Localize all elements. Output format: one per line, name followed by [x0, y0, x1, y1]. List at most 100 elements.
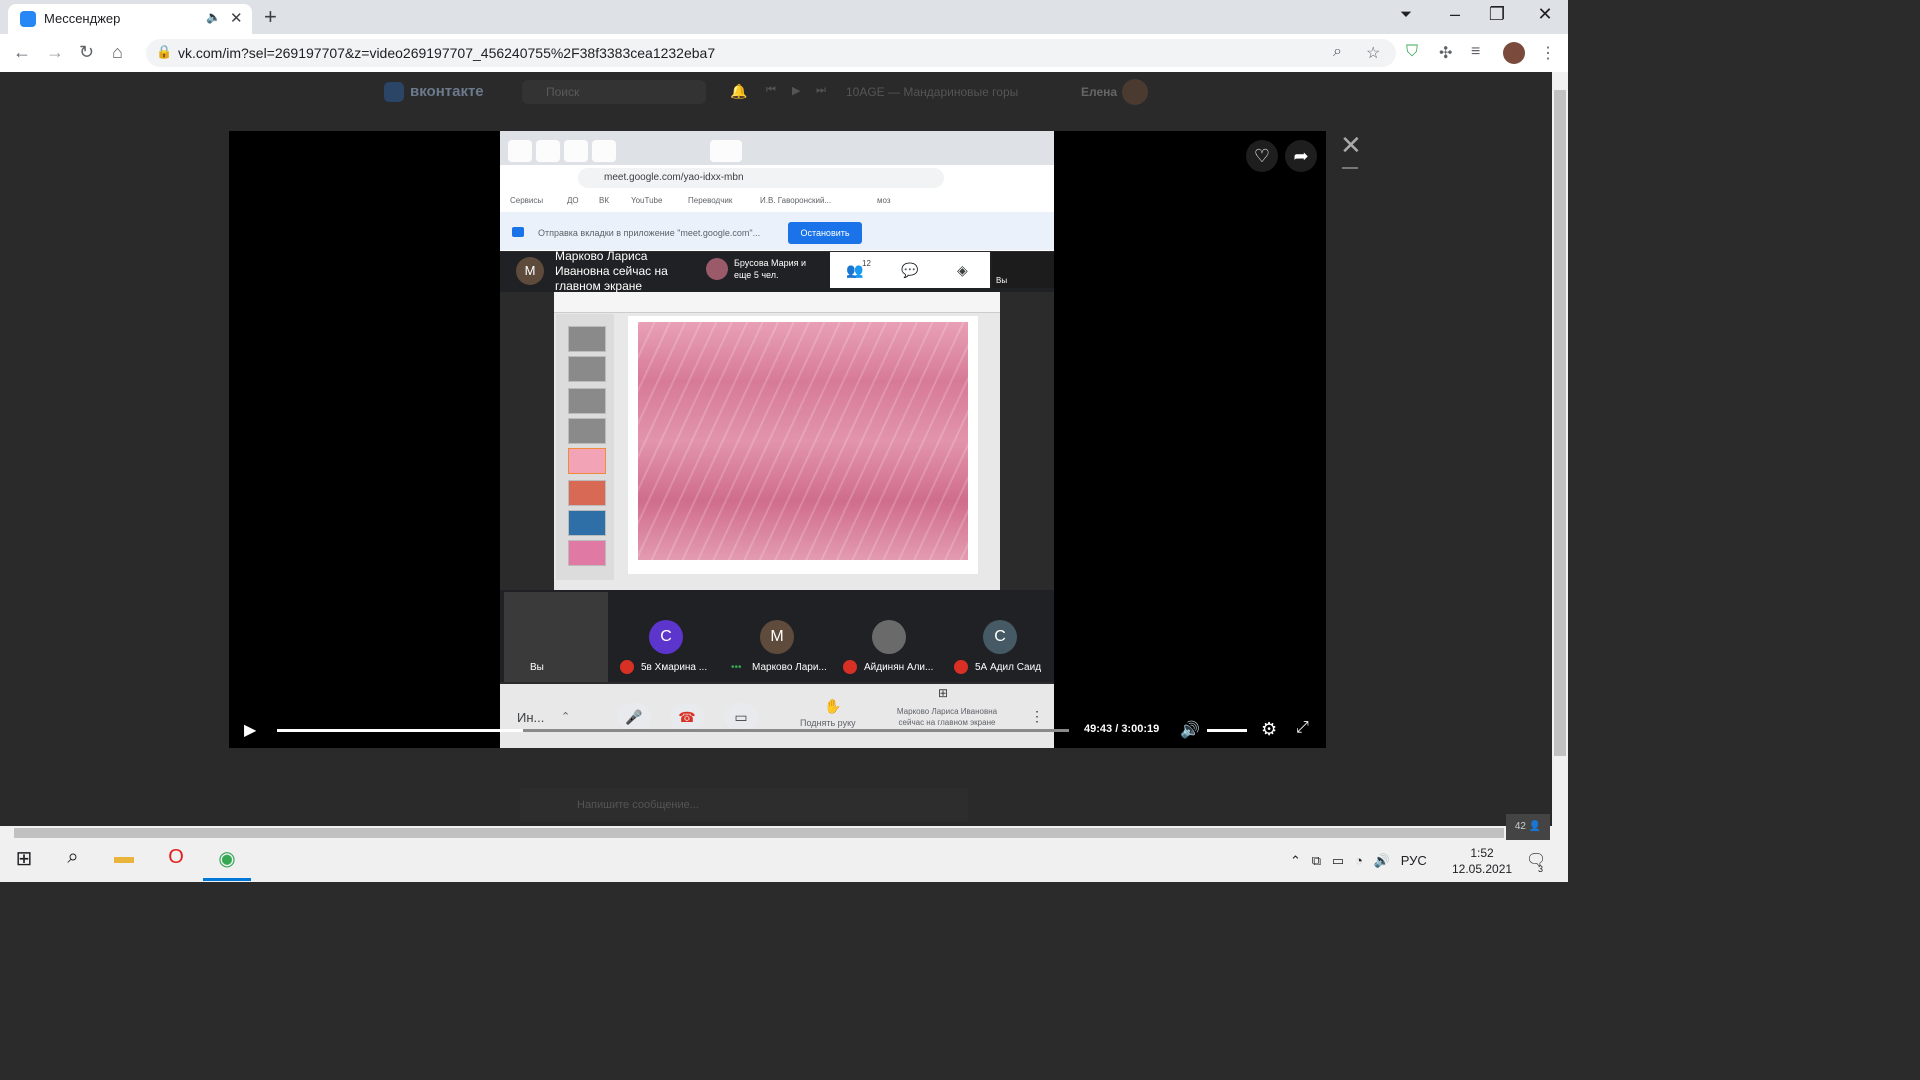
tab-close-icon[interactable]: ✕ — [230, 9, 243, 27]
vk-logo-text[interactable]: вконтакте — [410, 83, 484, 100]
people-icon: 👥 — [846, 262, 864, 278]
horizontal-scroll-thumb[interactable] — [14, 828, 1504, 838]
presentation-ribbon — [554, 292, 1000, 313]
bookmark-item: Переводчик — [688, 196, 733, 205]
opera-browser-icon[interactable]: O — [156, 846, 196, 869]
raise-hand-icon: ✋ — [824, 698, 842, 714]
notification-count: 3 — [1538, 864, 1544, 874]
activities-icon: ◈ — [957, 262, 968, 278]
browser-tab-messenger[interactable]: Мессенджер 🔈 ✕ — [8, 4, 252, 34]
recorded-tab — [536, 140, 560, 162]
restore-button[interactable]: ❐ — [1482, 4, 1512, 25]
participant-name: 5А Адил Саид — [975, 662, 1042, 673]
browser-menu-icon[interactable]: ⋮ — [1540, 43, 1556, 63]
file-explorer-icon[interactable]: ▬ — [104, 846, 144, 869]
close-window-button[interactable]: ✕ — [1530, 4, 1560, 25]
self-preview-label: Вы — [996, 276, 1008, 285]
slide-thumbnail — [568, 326, 606, 352]
recorded-url: meet.google.com/yao-idxx-mbn — [604, 172, 744, 183]
search-icon[interactable]: ⌕ — [53, 846, 93, 869]
bookmark-item: Сервисы — [510, 196, 544, 205]
vertical-scroll-thumb[interactable] — [1554, 90, 1566, 756]
url-text[interactable]: vk.com/im?sel=269197707&z=video269197707… — [178, 45, 715, 61]
extensions-puzzle-icon[interactable]: ✣ — [1439, 43, 1452, 63]
recorded-tab — [508, 140, 532, 162]
participant-initial: M — [770, 628, 784, 645]
vk-user-avatar[interactable] — [1122, 79, 1148, 105]
vk-user-name[interactable]: Елена — [1081, 85, 1117, 99]
participant-pill-avatar — [706, 258, 728, 280]
lock-icon[interactable]: 🔒 — [156, 44, 172, 60]
profile-avatar[interactable] — [1503, 42, 1525, 64]
back-icon[interactable]: ← — [13, 42, 31, 63]
share-icon[interactable]: ➦ — [1285, 140, 1317, 172]
participant-name: Марково Лари... — [752, 662, 827, 673]
participant-name: 5в Хмарина ... — [641, 662, 708, 673]
message-input[interactable]: Напишите сообщение... — [520, 788, 968, 822]
previous-track-icon[interactable]: ⏮ — [766, 84, 776, 97]
system-clock[interactable]: 1:52 12.05.2021 — [1452, 845, 1512, 877]
close-video-icon[interactable]: ✕ — [1340, 130, 1362, 161]
recorded-tab — [564, 140, 588, 162]
vk-logo-icon[interactable] — [384, 82, 404, 102]
zoom-icon[interactable]: ⌕ — [1333, 43, 1342, 61]
notifications-icon[interactable]: 🗨 — [1526, 850, 1546, 870]
chrome-browser-icon[interactable]: ◉ — [207, 846, 247, 871]
tab-muted-audio-icon[interactable]: 🔈 — [206, 10, 221, 24]
shield-extension-icon[interactable]: ⛉ — [1406, 43, 1418, 61]
now-playing-track[interactable]: 10AGE — Мандариновые горы — [846, 85, 1018, 99]
participant-avatar: M — [760, 620, 794, 654]
bookmark-item: ВК — [599, 196, 609, 205]
like-heart-icon[interactable]: ♡ — [1246, 140, 1278, 172]
message-placeholder: Напишите сообщение... — [577, 799, 699, 811]
fullscreen-icon[interactable]: ⤢ — [1296, 719, 1309, 737]
minimize-video-button[interactable] — [1342, 167, 1358, 169]
tab-title: Мессенджер — [44, 11, 121, 26]
tab-search-icon[interactable]: ⏷ — [1391, 6, 1421, 23]
bookmark-item: YouTube — [631, 196, 663, 205]
vk-search-input[interactable]: Поиск — [522, 80, 706, 104]
viewers-count-badge: 42 👤 — [1506, 814, 1550, 840]
windows-start-icon[interactable]: ⊞ — [4, 846, 44, 871]
presenter-status-text: Марково Лариса Ивановна сейчас на главно… — [555, 249, 668, 293]
mic-off-icon — [843, 660, 857, 674]
participants-pill-text: Брусова Мария и еще 5 чел. — [734, 258, 807, 280]
new-tab-button[interactable]: + — [264, 4, 277, 30]
self-video-tile — [504, 592, 608, 682]
volume-icon[interactable]: 🔊 — [1180, 720, 1200, 740]
participant-name: Айдинян Али... — [864, 662, 934, 673]
microphone-icon: 🎤 — [617, 703, 651, 731]
next-track-icon[interactable]: ⏭ — [816, 84, 826, 97]
histology-image — [638, 322, 968, 560]
slide-thumbnail — [568, 388, 606, 414]
notifications-bell-icon[interactable]: 🔔 — [730, 83, 747, 100]
bookmark-item: И.В. Гаворонский... — [760, 196, 832, 205]
system-tray[interactable]: ⌃ ⧉ ▭ ◔ 🔊 РУС — [1290, 853, 1427, 869]
home-icon[interactable]: ⌂ — [112, 42, 123, 63]
slide-thumbnail — [568, 510, 606, 536]
video-progress-fill — [277, 729, 523, 732]
presenter-avatar: M — [516, 257, 544, 285]
participant-avatar: C — [983, 620, 1017, 654]
minimize-button[interactable]: – — [1440, 4, 1470, 25]
reload-icon[interactable]: ↻ — [79, 42, 94, 63]
clock-time: 1:52 — [1470, 846, 1494, 860]
presenting-status-label: Марково Лариса Ивановна сейчас на главно… — [896, 707, 998, 727]
hang-up-icon: ☎ — [670, 703, 704, 731]
mic-off-icon — [620, 660, 634, 674]
language-indicator[interactable]: РУС — [1401, 853, 1427, 868]
play-button[interactable]: ▶ — [244, 720, 256, 740]
bookmark-star-icon[interactable]: ☆ — [1366, 43, 1380, 63]
volume-slider[interactable] — [1207, 729, 1247, 732]
raise-hand-label: Поднять руку — [800, 718, 856, 728]
active-app-indicator — [203, 878, 251, 881]
participant-avatar: C — [649, 620, 683, 654]
video-current-time: 49:43 — [1084, 723, 1113, 735]
self-video-label: Вы — [530, 662, 544, 673]
settings-gear-icon[interactable]: ⚙ — [1261, 719, 1277, 740]
play-track-icon[interactable]: ▶ — [792, 84, 800, 97]
slide-thumbnail — [568, 356, 606, 382]
forward-icon[interactable]: → — [46, 42, 64, 63]
more-options-icon: ⋮ — [1030, 708, 1044, 724]
media-queue-icon[interactable]: ≡ — [1471, 43, 1480, 61]
